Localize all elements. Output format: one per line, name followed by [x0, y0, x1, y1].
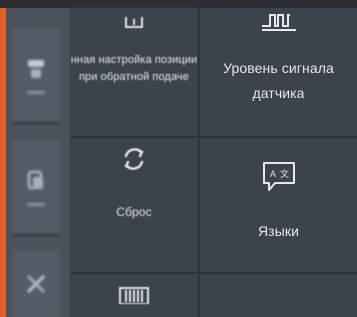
tile-reset-label: Сброс — [116, 205, 152, 219]
tile-feed-position-adjust-label: нная настройка позиции при обратной пода… — [70, 54, 198, 83]
tile-feed-position-adjust[interactable]: нная настройка позиции при обратной пода… — [70, 8, 198, 136]
barcode-icon — [119, 287, 149, 304]
tile-languages[interactable]: A 文 Языки — [200, 138, 357, 272]
grid-divider-horizontal — [70, 136, 357, 138]
sidebar-label-placeholder — [27, 202, 45, 206]
position-adjust-icon — [125, 17, 143, 28]
settings-icon — [28, 59, 44, 78]
tile-partial-bottom[interactable] — [70, 274, 198, 317]
document-icon — [28, 170, 43, 189]
sidebar-label-placeholder — [27, 90, 45, 94]
reset-icon — [124, 148, 144, 170]
language-icon: A 文 — [262, 162, 295, 191]
grid-divider-horizontal — [70, 272, 357, 274]
tile-partial-bottom-right[interactable] — [200, 274, 357, 317]
sidebar-item-tools[interactable] — [12, 250, 60, 317]
sidebar-item-settings[interactable] — [12, 28, 60, 124]
tile-reset[interactable]: Сброс — [70, 138, 198, 272]
sidebar-item-document[interactable] — [12, 140, 60, 236]
tile-sensor-signal-level[interactable]: Уровень сигнала датчика — [200, 8, 357, 136]
tools-icon — [27, 275, 45, 292]
svg-text:A: A — [270, 169, 276, 179]
svg-text:文: 文 — [280, 168, 289, 180]
sensor-signal-icon — [261, 14, 296, 31]
top-bar — [0, 0, 357, 8]
tile-sensor-signal-level-label: Уровень сигнала датчика — [223, 60, 334, 101]
tile-languages-label: Языки — [257, 223, 300, 239]
grid-divider-vertical — [198, 8, 200, 317]
